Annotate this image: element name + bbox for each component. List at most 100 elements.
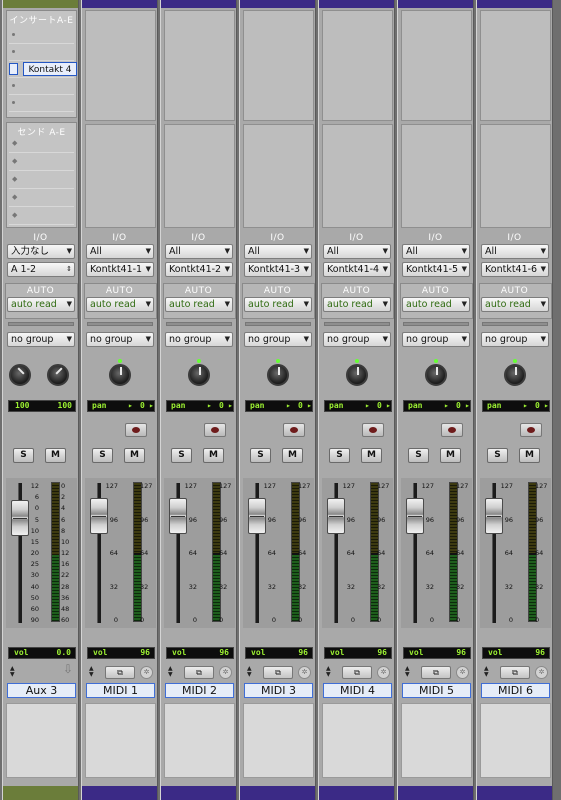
track-view-button[interactable]: ⧉	[184, 666, 214, 679]
automation-mode-selector[interactable]: auto read ▼	[323, 297, 391, 312]
insert-select-icon[interactable]	[9, 63, 18, 75]
pan-knob[interactable]	[267, 364, 289, 386]
input-selector[interactable]: 入力なし ▼	[7, 244, 75, 259]
track-height-arrows-icon[interactable]: ▲ ▼	[247, 666, 252, 678]
pan-knob[interactable]	[188, 364, 210, 386]
pan-left-knob[interactable]	[9, 364, 31, 386]
automation-mode-selector[interactable]: auto read ▼	[7, 297, 75, 312]
track-name[interactable]: MIDI 1	[86, 683, 155, 698]
track-height-arrows-icon[interactable]: ▲ ▼	[484, 666, 489, 678]
track-view-button[interactable]: ⧉	[500, 666, 530, 679]
input-selector[interactable]: All ▼	[86, 244, 154, 259]
comments-field[interactable]	[85, 703, 156, 778]
record-enable-button[interactable]	[204, 423, 226, 437]
comments-field[interactable]	[164, 703, 235, 778]
comments-field[interactable]	[322, 703, 393, 778]
solo-button[interactable]: S	[487, 448, 508, 463]
send-slot[interactable]: ◆	[9, 137, 74, 153]
output-selector[interactable]: A 1-2 ⇕	[7, 262, 75, 277]
mute-button[interactable]: M	[361, 448, 382, 463]
mute-button[interactable]: M	[124, 448, 145, 463]
pan-right-knob[interactable]	[47, 364, 69, 386]
input-selector[interactable]: All ▼	[323, 244, 391, 259]
mute-button[interactable]: M	[519, 448, 540, 463]
send-slot[interactable]: ◆	[9, 155, 74, 171]
track-height-arrows-icon[interactable]: ▲ ▼	[405, 666, 410, 678]
group-selector[interactable]: no group ▼	[402, 332, 470, 347]
solo-button[interactable]: S	[171, 448, 192, 463]
comments-field[interactable]	[6, 703, 77, 778]
comments-field[interactable]	[480, 703, 551, 778]
mute-button[interactable]: M	[45, 448, 66, 463]
comments-field[interactable]	[401, 703, 472, 778]
patch-select-button[interactable]: ✲	[377, 666, 390, 679]
output-selector[interactable]: Kontkt41-3 ▼	[244, 262, 312, 277]
input-selector[interactable]: All ▼	[402, 244, 470, 259]
record-enable-button[interactable]	[362, 423, 384, 437]
mute-button[interactable]: M	[282, 448, 303, 463]
input-selector[interactable]: All ▼	[481, 244, 549, 259]
output-selector[interactable]: Kontkt41-1 ▼	[86, 262, 154, 277]
track-view-button[interactable]: ⧉	[105, 666, 135, 679]
input-selector[interactable]: All ▼	[165, 244, 233, 259]
track-height-arrows-icon[interactable]: ▲ ▼	[326, 666, 331, 678]
insert-slot[interactable]: Kontakt 4	[9, 62, 77, 78]
track-height-arrows-icon[interactable]: ▲ ▼	[10, 666, 15, 678]
patch-select-button[interactable]: ✲	[456, 666, 469, 679]
solo-button[interactable]: S	[329, 448, 350, 463]
insert-slot[interactable]	[9, 79, 74, 95]
pan-knob[interactable]	[109, 364, 131, 386]
track-name[interactable]: MIDI 6	[481, 683, 550, 698]
track-height-arrows-icon[interactable]: ▲ ▼	[168, 666, 173, 678]
send-slot[interactable]: ◆	[9, 191, 74, 207]
pan-knob[interactable]	[504, 364, 526, 386]
track-view-button[interactable]: ⧉	[263, 666, 293, 679]
track-name[interactable]: Aux 3	[7, 683, 76, 698]
group-selector[interactable]: no group ▼	[481, 332, 549, 347]
insert-slot[interactable]	[9, 45, 74, 61]
patch-select-button[interactable]: ✲	[219, 666, 232, 679]
insert-plugin-button[interactable]: Kontakt 4	[23, 62, 77, 76]
group-selector[interactable]: no group ▼	[244, 332, 312, 347]
insert-slot[interactable]	[9, 28, 74, 44]
mute-button[interactable]: M	[203, 448, 224, 463]
group-selector[interactable]: no group ▼	[323, 332, 391, 347]
group-selector[interactable]: no group ▼	[165, 332, 233, 347]
record-enable-button[interactable]	[283, 423, 305, 437]
solo-button[interactable]: S	[92, 448, 113, 463]
send-slot[interactable]: ◆	[9, 209, 74, 225]
group-selector[interactable]: no group ▼	[7, 332, 75, 347]
output-selector[interactable]: Kontkt41-2 ▼	[165, 262, 233, 277]
solo-button[interactable]: S	[250, 448, 271, 463]
send-slot[interactable]: ◆	[9, 173, 74, 189]
output-selector[interactable]: Kontkt41-4 ▼	[323, 262, 391, 277]
insert-slot[interactable]	[9, 96, 74, 112]
pan-knob[interactable]	[425, 364, 447, 386]
record-enable-button[interactable]	[520, 423, 542, 437]
input-selector[interactable]: All ▼	[244, 244, 312, 259]
output-selector[interactable]: Kontkt41-5 ▼	[402, 262, 470, 277]
patch-select-button[interactable]: ✲	[535, 666, 548, 679]
patch-select-button[interactable]: ✲	[298, 666, 311, 679]
automation-mode-selector[interactable]: auto read ▼	[165, 297, 233, 312]
automation-mode-selector[interactable]: auto read ▼	[481, 297, 549, 312]
mute-button[interactable]: M	[440, 448, 461, 463]
solo-button[interactable]: S	[13, 448, 34, 463]
track-name[interactable]: MIDI 3	[244, 683, 313, 698]
record-enable-button[interactable]	[441, 423, 463, 437]
automation-mode-selector[interactable]: auto read ▼	[86, 297, 154, 312]
track-name[interactable]: MIDI 4	[323, 683, 392, 698]
track-height-arrows-icon[interactable]: ▲ ▼	[89, 666, 94, 678]
track-view-button[interactable]: ⧉	[421, 666, 451, 679]
pan-knob[interactable]	[346, 364, 368, 386]
output-selector[interactable]: Kontkt41-6 ▼	[481, 262, 549, 277]
group-selector[interactable]: no group ▼	[86, 332, 154, 347]
track-name[interactable]: MIDI 5	[402, 683, 471, 698]
solo-button[interactable]: S	[408, 448, 429, 463]
automation-mode-selector[interactable]: auto read ▼	[244, 297, 312, 312]
patch-select-button[interactable]: ✲	[140, 666, 153, 679]
automation-mode-selector[interactable]: auto read ▼	[402, 297, 470, 312]
comments-field[interactable]	[243, 703, 314, 778]
track-view-button[interactable]: ⧉	[342, 666, 372, 679]
track-name[interactable]: MIDI 2	[165, 683, 234, 698]
